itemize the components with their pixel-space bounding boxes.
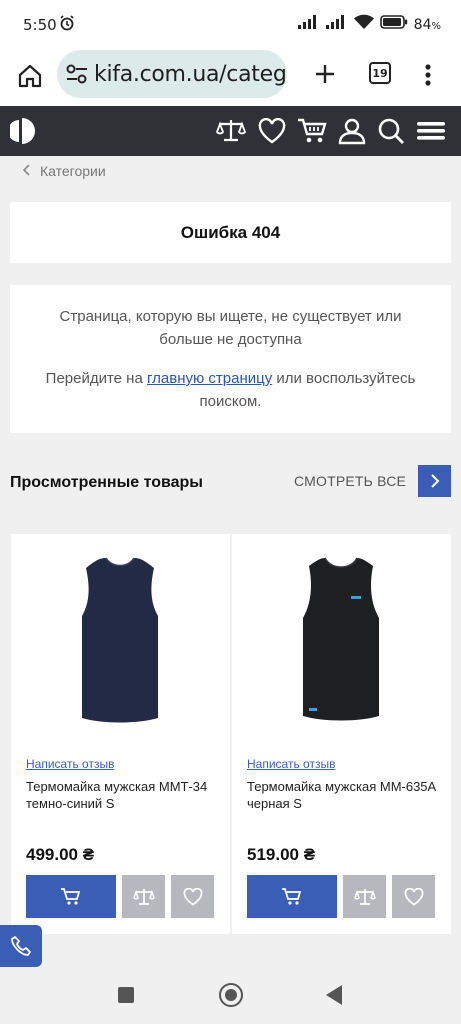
- add-to-wishlist-button[interactable]: [392, 875, 435, 918]
- product-price: 499.00 ₴: [26, 845, 95, 864]
- product-image[interactable]: [58, 546, 182, 736]
- write-review-link[interactable]: Написать отзыв: [247, 757, 335, 771]
- navy-tank-top-shape: [82, 558, 158, 723]
- product-card[interactable]: Написать отзыв Термомайка мужская ММТ-34…: [11, 534, 230, 934]
- url-text: kifa.com.ua/categ: [94, 62, 287, 87]
- hamburger-menu-icon[interactable]: [415, 116, 447, 146]
- error-message-card: Страница, которую вы ищете, не существуе…: [10, 285, 451, 433]
- battery-icon: [379, 15, 408, 34]
- cart-icon[interactable]: [296, 116, 328, 146]
- product-price: 519.00 ₴: [247, 845, 316, 864]
- plus-icon: [316, 65, 334, 83]
- compare-button[interactable]: [122, 875, 165, 918]
- add-to-cart-button[interactable]: [26, 875, 116, 918]
- search-icon[interactable]: [375, 116, 407, 146]
- cart-icon: [282, 887, 302, 905]
- error-message: Страница, которую вы ищете, не существуе…: [59, 308, 402, 348]
- site-header: [0, 106, 461, 156]
- new-tab-button[interactable]: [309, 58, 341, 90]
- chevron-left-icon: [22, 163, 30, 179]
- alarm-icon: [59, 15, 75, 36]
- product-image[interactable]: [279, 546, 403, 736]
- recents-button[interactable]: [118, 987, 134, 1003]
- product-name[interactable]: Термомайка мужская ММ-635А черная S: [247, 778, 437, 812]
- signal-icon: [325, 15, 348, 34]
- product-card[interactable]: Написать отзыв Термомайка мужская ММ-635…: [232, 534, 451, 934]
- call-button[interactable]: [0, 925, 42, 967]
- tab-switcher-button[interactable]: 19: [369, 62, 391, 84]
- wifi-icon: [353, 14, 374, 35]
- breadcrumb[interactable]: Категории: [22, 163, 106, 179]
- heart-icon: [183, 887, 202, 906]
- see-all-button[interactable]: [418, 465, 451, 497]
- black-tank-top-shape: [303, 558, 379, 721]
- see-all-link[interactable]: СМОТРЕТЬ ВСЕ: [294, 473, 406, 489]
- chevron-right-icon: [430, 474, 439, 488]
- home-button[interactable]: [14, 60, 46, 92]
- home-icon: [18, 64, 42, 88]
- browser-toolbar: kifa.com.ua/categ 19: [0, 48, 461, 106]
- home-nav-button[interactable]: [219, 983, 243, 1007]
- system-nav-bar: [0, 968, 461, 1024]
- back-button[interactable]: [326, 985, 342, 1005]
- battery-level: 84%: [413, 16, 441, 33]
- compare-icon: [353, 888, 376, 905]
- viewed-products-title: Просмотренные товары: [10, 474, 203, 491]
- user-icon[interactable]: [336, 116, 368, 146]
- compare-button[interactable]: [343, 875, 386, 918]
- error-hint: Перейдите на главную страницу или воспол…: [45, 370, 416, 410]
- add-to-cart-button[interactable]: [247, 875, 337, 918]
- site-logo[interactable]: [8, 117, 42, 150]
- browser-menu-button[interactable]: [418, 60, 438, 90]
- compare-icon[interactable]: [215, 116, 247, 146]
- page-title: Ошибка 404: [10, 202, 451, 263]
- phone-icon: [11, 936, 31, 956]
- breadcrumb-categories[interactable]: Категории: [40, 163, 106, 179]
- site-settings-icon[interactable]: [65, 64, 89, 89]
- cart-icon: [61, 887, 81, 905]
- compare-icon: [132, 888, 155, 905]
- address-bar[interactable]: kifa.com.ua/categ: [57, 50, 287, 98]
- more-vert-icon: [425, 64, 431, 86]
- add-to-wishlist-button[interactable]: [171, 875, 214, 918]
- heart-icon[interactable]: [256, 116, 288, 146]
- status-bar: 5:50 84%: [0, 0, 461, 48]
- write-review-link[interactable]: Написать отзыв: [26, 757, 114, 771]
- home-page-link[interactable]: главную страницу: [147, 370, 272, 387]
- product-name[interactable]: Термомайка мужская ММТ-34 темно-синий S: [26, 778, 216, 812]
- heart-icon: [404, 887, 423, 906]
- signal-icon: [297, 15, 320, 34]
- status-time: 5:50: [23, 16, 57, 34]
